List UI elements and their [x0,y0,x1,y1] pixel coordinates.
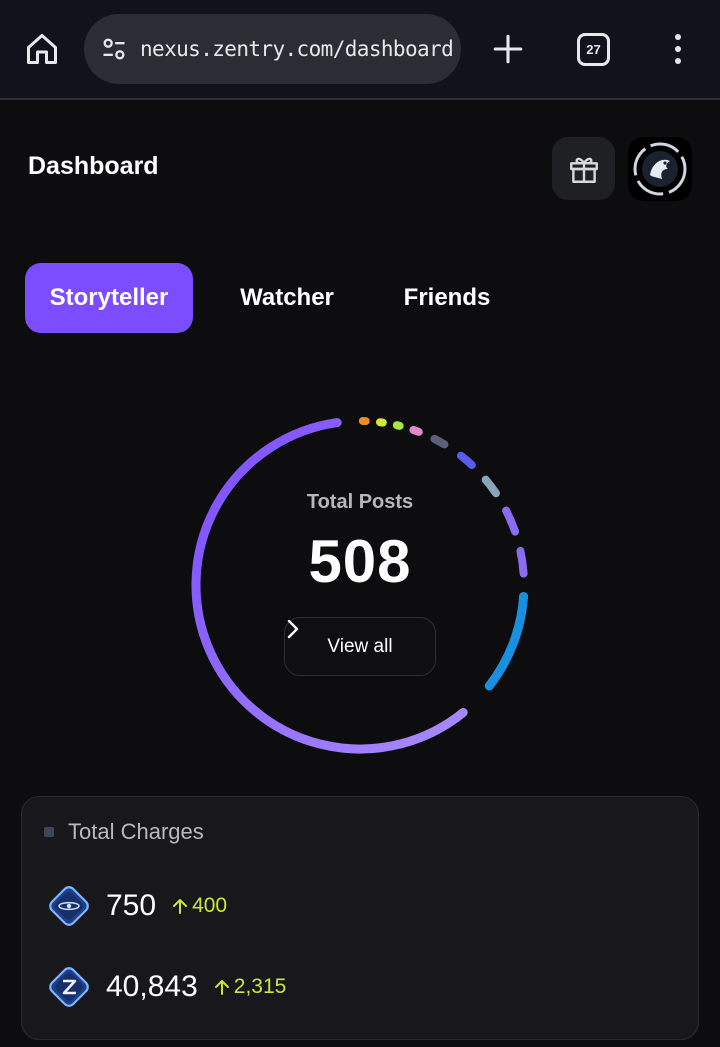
total-posts-ring: Total Posts 508 View all [180,405,540,765]
charge-row: 40,843 2,315 [46,964,286,1010]
charge-value: 40,843 [106,970,198,1003]
card-title: Total Charges [68,819,204,844]
ring-small-segment [392,421,404,430]
address-bar[interactable]: nexus.zentry.com/dashboard [84,14,461,84]
plus-icon [493,34,523,64]
chevron-right-icon [287,619,299,639]
dragon-avatar [633,142,687,196]
ring-small-segment [456,451,476,470]
tab-friends[interactable]: Friends [380,263,514,333]
ring-small-segment [409,425,423,436]
tab-storyteller[interactable]: Storyteller [25,263,193,333]
arrow-up-icon [173,899,188,914]
total-charges-card: Total Charges 750 400 40,843 2,315 [21,796,699,1040]
charge-delta-value: 400 [192,894,228,917]
browser-toolbar: nexus.zentry.com/dashboard 27 [0,0,720,100]
url-text: nexus.zentry.com/dashboard [140,37,454,61]
tab-count: 27 [586,42,601,57]
charge-row: 750 400 [46,883,227,929]
home-button[interactable] [20,27,64,71]
tab-switcher-button[interactable]: 27 [577,33,610,66]
charge-value: 750 [106,889,157,922]
charge-delta-value: 2,315 [233,975,287,998]
overflow-menu-icon[interactable] [664,27,692,71]
gift-icon [569,157,598,183]
gift-button[interactable] [552,137,615,200]
home-icon [27,34,57,64]
user-avatar[interactable] [628,137,692,201]
card-title-marker [44,827,54,837]
total-posts-value: 508 [308,528,412,595]
total-posts-label: Total Posts [306,491,414,513]
site-settings-icon[interactable] [100,35,128,63]
tab-watcher[interactable]: Watcher [214,263,360,333]
charge-delta: 2,315 [214,975,287,999]
view-all-label: View all [327,635,393,657]
page-title: Dashboard [28,152,159,180]
orb-charge-icon [49,886,89,926]
arrow-up-icon [214,980,229,995]
new-tab-button[interactable] [486,27,530,71]
z-charge-icon [49,967,89,1007]
ring-small-segment [430,434,449,449]
ring-blue-segment [484,591,529,691]
view-all-button[interactable]: View all [284,617,436,676]
charge-delta: 400 [172,894,227,918]
